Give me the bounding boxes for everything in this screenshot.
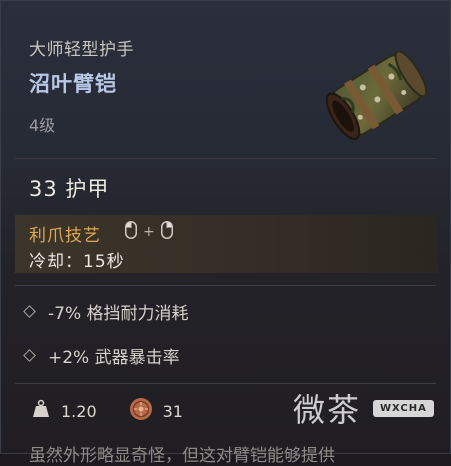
- bracer-icon: [317, 35, 437, 155]
- item-name: 沼叶臂铠: [29, 72, 117, 96]
- skill-cooldown: 冷却：15秒: [29, 252, 125, 272]
- diamond-bullet-icon: [23, 349, 36, 362]
- stat-text: -7% 格挡耐力消耗: [48, 304, 189, 324]
- stat-line: +2% 武器暴击率: [23, 343, 180, 368]
- armor-value: 33 护甲: [29, 177, 110, 201]
- weight-group: 1.20: [31, 399, 97, 423]
- item-header: 大师轻型护手 沼叶臂铠 4级: [29, 35, 134, 136]
- watermark-badge: WXCHA: [373, 399, 434, 417]
- diamond-bullet-icon: [23, 305, 36, 318]
- skill-input-combo: +: [125, 221, 173, 243]
- weight-value: 1.20: [61, 401, 97, 421]
- item-tooltip: 大师轻型护手 沼叶臂铠 4级 33 护甲 利爪技艺 + 冷却：15秒 -7% 格…: [0, 0, 451, 466]
- divider-top: [15, 158, 436, 159]
- stat-line: -7% 格挡耐力消耗: [23, 299, 189, 324]
- stat-text: +2% 武器暴击率: [48, 348, 180, 368]
- skill-name: 利爪技艺: [29, 226, 101, 246]
- divider-bottom: [15, 383, 436, 384]
- mouse-left-icon: [125, 221, 137, 243]
- weight-icon: [31, 399, 51, 423]
- item-footer: 1.20 31: [31, 397, 183, 425]
- item-level: 4级: [29, 116, 56, 135]
- price-group: 31: [129, 397, 183, 425]
- skill-band: 利爪技艺 + 冷却：15秒: [15, 215, 438, 273]
- item-type: 大师轻型护手: [29, 40, 134, 60]
- combo-plus: +: [143, 224, 155, 240]
- divider-skill: [15, 285, 436, 286]
- price-value: 31: [162, 401, 183, 421]
- coin-icon: [129, 397, 153, 425]
- watermark-text: 微茶: [293, 391, 362, 429]
- mouse-right-icon: [160, 221, 173, 243]
- watermark: 微茶 WXCHA: [293, 385, 434, 431]
